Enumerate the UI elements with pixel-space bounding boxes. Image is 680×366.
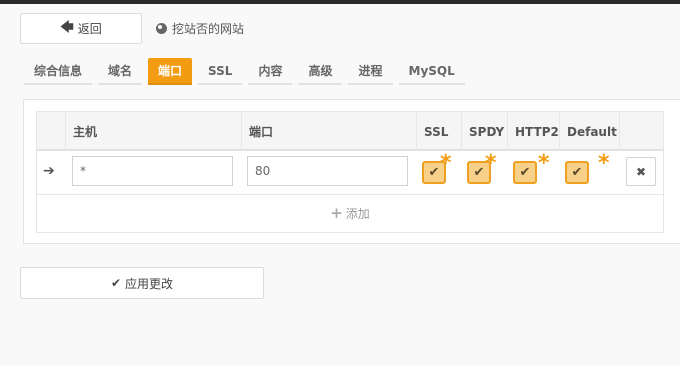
- check-icon: ✔: [571, 165, 583, 180]
- column-default: Default: [559, 112, 619, 151]
- delete-row-button[interactable]: ✖: [626, 157, 656, 186]
- tab-bar: 综合信息 域名 端口 SSL 内容 高级 进程 MySQL: [24, 58, 471, 85]
- apply-changes-button[interactable]: ✔ 应用更改: [20, 267, 264, 299]
- column-host: 主机: [65, 112, 241, 151]
- column-port: 端口: [241, 112, 416, 151]
- back-button[interactable]: 🡄 返回: [20, 13, 142, 44]
- plus-icon: +: [330, 204, 343, 222]
- tab-advanced[interactable]: 高级: [298, 58, 343, 85]
- table-header: 主机 端口 SSL SPDY HTTP2 Default: [37, 112, 663, 151]
- check-icon: ✔: [428, 165, 440, 180]
- asterisk-icon: *: [440, 151, 452, 176]
- row-divider: [37, 194, 663, 195]
- check-icon: ✔: [473, 165, 485, 180]
- tab-content[interactable]: 内容: [248, 58, 293, 85]
- host-input[interactable]: *: [72, 156, 233, 186]
- http2-checkbox[interactable]: ✔: [513, 161, 537, 184]
- site-title-text: 挖站否的网站: [172, 22, 245, 36]
- column-spdy: SPDY: [461, 112, 507, 151]
- tab-process[interactable]: 进程: [348, 58, 393, 85]
- top-bar: [0, 0, 680, 4]
- tab-port[interactable]: 端口: [148, 58, 193, 85]
- column-actions: [619, 112, 665, 151]
- asterisk-icon: *: [538, 151, 550, 176]
- add-button[interactable]: + 添加: [37, 198, 663, 228]
- port-table: 主机 端口 SSL SPDY HTTP2 Default ➔ * 80 ✔ * …: [36, 111, 664, 233]
- tab-general[interactable]: 综合信息: [24, 58, 93, 85]
- column-http2: HTTP2: [507, 112, 559, 151]
- site-title: 挖站否的网站: [156, 20, 244, 37]
- port-input[interactable]: 80: [247, 156, 408, 186]
- column-ssl: SSL: [416, 112, 461, 151]
- tab-domain[interactable]: 域名: [98, 58, 143, 85]
- tab-ssl[interactable]: SSL: [198, 58, 243, 85]
- default-checkbox[interactable]: ✔: [565, 161, 589, 184]
- close-icon: ✖: [635, 164, 647, 179]
- arrow-right-icon: ➔: [43, 163, 55, 179]
- back-button-label: 返回: [77, 22, 102, 36]
- check-icon: ✔: [110, 276, 122, 290]
- check-icon: ✔: [519, 165, 531, 180]
- tab-mysql[interactable]: MySQL: [398, 58, 465, 85]
- apply-changes-label: 应用更改: [125, 276, 174, 291]
- arrow-left-icon: 🡄: [60, 19, 74, 35]
- asterisk-icon: *: [485, 151, 497, 176]
- globe-icon: [156, 23, 167, 34]
- add-button-label: 添加: [345, 206, 370, 221]
- asterisk-icon: *: [598, 151, 610, 176]
